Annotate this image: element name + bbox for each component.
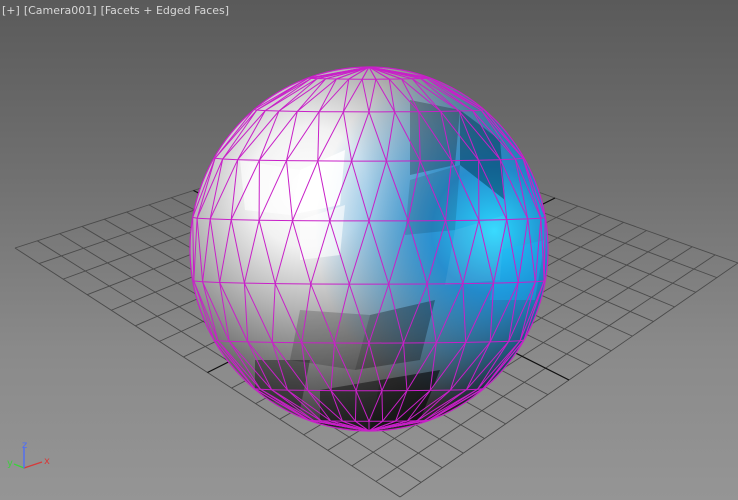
wire-edge: [527, 217, 541, 220]
viewport-camera001[interactable]: [+] [Camera001] [Facets + Edged Faces] x…: [0, 0, 738, 500]
gizmo-x-label: x: [44, 456, 50, 467]
wire-edge: [217, 340, 230, 342]
wire-edge: [210, 218, 232, 221]
wire-edge: [214, 157, 223, 160]
geosphere[interactable]: [189, 66, 549, 432]
shading-mode-button[interactable]: [Facets + Edged Faces]: [101, 3, 229, 19]
viewport-menu-button[interactable]: [+]: [2, 3, 20, 19]
wire-edge: [500, 158, 516, 161]
wire-edge: [202, 281, 220, 283]
wire-edge: [237, 159, 260, 161]
gizmo-y-axis: [13, 463, 25, 469]
wire-edge: [518, 281, 536, 283]
viewport-label-bar: [+] [Camera001] [Facets + Edged Faces]: [2, 3, 229, 19]
wire-edge: [256, 109, 266, 112]
wire-edge: [462, 282, 494, 285]
wire-edge: [478, 159, 501, 161]
wire-edge: [478, 219, 507, 221]
wire-edge: [490, 340, 509, 343]
wire-edge: [354, 390, 357, 422]
wire-edge: [247, 341, 273, 343]
wire-edge: [197, 217, 211, 220]
wire-edge: [244, 282, 276, 285]
wire-edge: [472, 109, 482, 112]
wire-edge: [229, 340, 248, 343]
gizmo-x-axis: [23, 461, 43, 469]
wire-edge: [381, 390, 384, 422]
gizmo-z-label: z: [22, 440, 27, 451]
wire-edge: [493, 282, 519, 284]
camera-label-button[interactable]: [Camera001]: [24, 3, 97, 19]
wire-edge: [465, 341, 491, 343]
wire-edge: [222, 158, 238, 161]
axis-gizmo-icon: x y z: [7, 440, 50, 469]
wire-edge: [508, 340, 521, 342]
wire-edge: [219, 282, 245, 284]
wire-edge: [231, 219, 260, 221]
wire-edge: [506, 218, 528, 221]
scene-canvas[interactable]: [0, 0, 738, 500]
gizmo-y-label: y: [7, 458, 13, 469]
wire-edge: [515, 157, 524, 160]
